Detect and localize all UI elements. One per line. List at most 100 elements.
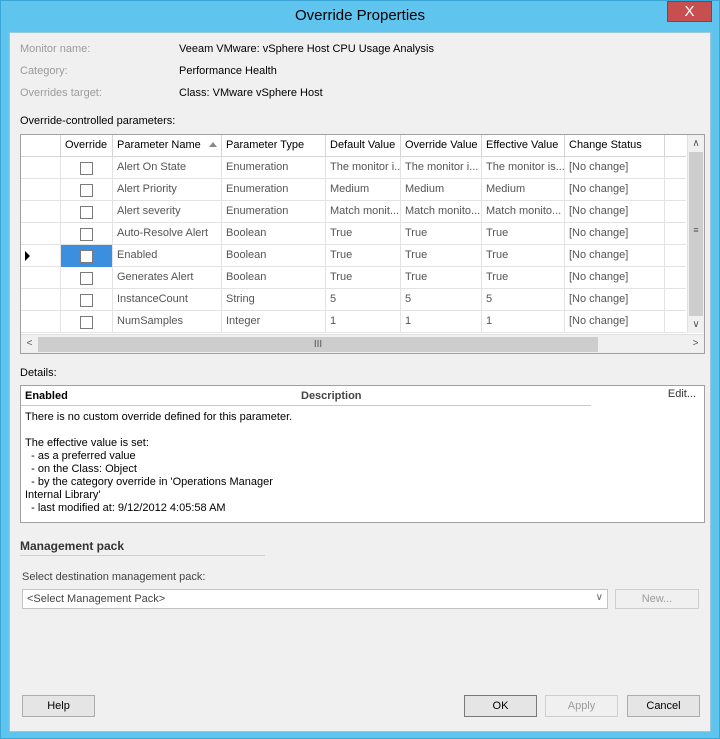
dropdown-chevron-icon[interactable]: ∨ bbox=[596, 592, 603, 603]
override-parameters-grid[interactable]: Override Parameter Name Parameter Type Defa… bbox=[20, 134, 705, 354]
column-header-label: Parameter Name bbox=[117, 139, 201, 151]
column-header[interactable]: Default Value bbox=[326, 135, 401, 157]
cell-type: Boolean bbox=[222, 267, 326, 289]
details-description-header: Description bbox=[301, 390, 362, 402]
row-header[interactable] bbox=[21, 267, 61, 289]
override-checkbox[interactable] bbox=[80, 250, 93, 263]
override-checkbox[interactable] bbox=[80, 316, 93, 329]
apply-button[interactable]: Apply bbox=[545, 695, 618, 717]
cell-default: 5 bbox=[326, 289, 401, 311]
override-checkbox[interactable] bbox=[80, 206, 93, 219]
column-header[interactable]: Override Value bbox=[401, 135, 482, 157]
column-header[interactable]: Effective Value bbox=[482, 135, 565, 157]
scroll-right-icon[interactable]: > bbox=[687, 335, 704, 353]
column-header-label: Change Status bbox=[569, 139, 642, 151]
column-header-label: Effective Value bbox=[486, 139, 559, 151]
override-cell bbox=[61, 223, 113, 245]
cell-default: True bbox=[326, 245, 401, 267]
cell-override: The monitor i... bbox=[401, 157, 482, 179]
close-button[interactable]: X bbox=[667, 1, 712, 22]
horizontal-grip-icon: III bbox=[313, 339, 323, 350]
title-bar[interactable]: Override Properties X bbox=[1, 1, 719, 32]
table-row[interactable]: NumSamples Integer 1 1 1 [No change] bbox=[21, 311, 686, 333]
cell-effective: Match monito... bbox=[482, 201, 565, 223]
cell-effective: 5 bbox=[482, 289, 565, 311]
horizontal-scrollbar[interactable]: < III > bbox=[21, 334, 704, 353]
column-header[interactable]: Override bbox=[61, 135, 113, 157]
cell-type: Boolean bbox=[222, 223, 326, 245]
override-checkbox[interactable] bbox=[80, 162, 93, 175]
override-checkbox[interactable] bbox=[80, 228, 93, 241]
row-header[interactable] bbox=[21, 223, 61, 245]
cell-override: 1 bbox=[401, 311, 482, 333]
override-checkbox[interactable] bbox=[80, 294, 93, 307]
details-label: Details: bbox=[20, 367, 57, 379]
row-header[interactable] bbox=[21, 201, 61, 223]
details-panel: Enabled Description Edit... There is no … bbox=[20, 385, 705, 523]
grid-rows: Alert On State Enumeration The monitor i..… bbox=[21, 157, 686, 333]
cell-type: Boolean bbox=[222, 245, 326, 267]
column-header[interactable]: Change Status bbox=[565, 135, 665, 157]
override-parameters-label: Override-controlled parameters: bbox=[20, 115, 176, 127]
table-row[interactable]: Alert On State Enumeration The monitor i..… bbox=[21, 157, 686, 179]
sort-ascending-icon bbox=[209, 142, 217, 147]
row-header[interactable] bbox=[21, 179, 61, 201]
table-row[interactable]: Alert severity Enumeration Match monit... M… bbox=[21, 201, 686, 223]
scroll-down-icon[interactable]: ∨ bbox=[688, 316, 704, 333]
scroll-left-icon[interactable]: < bbox=[21, 335, 38, 353]
table-row[interactable]: InstanceCount String 5 5 5 [No change] bbox=[21, 289, 686, 311]
row-header[interactable] bbox=[21, 311, 61, 333]
details-divider bbox=[21, 405, 301, 406]
cell-type: Enumeration bbox=[222, 179, 326, 201]
cell-override: Medium bbox=[401, 179, 482, 201]
cell-default: True bbox=[326, 223, 401, 245]
column-header-label: Override bbox=[65, 139, 108, 151]
cell-default: 1 bbox=[326, 311, 401, 333]
table-row[interactable]: Auto-Resolve Alert Boolean True True True [No… bbox=[21, 223, 686, 245]
horizontal-scroll-thumb[interactable]: III bbox=[38, 337, 598, 352]
column-header[interactable]: Parameter Name bbox=[113, 135, 222, 157]
cell-name: Alert Priority bbox=[113, 179, 222, 201]
destination-pack-label: Select destination management pack: bbox=[22, 571, 206, 583]
info-label: Category: bbox=[20, 65, 68, 77]
cell-effective: The monitor is... bbox=[482, 157, 565, 179]
info-value: Class: VMware vSphere Host bbox=[179, 87, 323, 99]
column-header[interactable]: Parameter Type bbox=[222, 135, 326, 157]
scroll-up-icon[interactable]: ∧ bbox=[688, 135, 704, 152]
cell-status: [No change] bbox=[565, 157, 665, 179]
cell-effective: 1 bbox=[482, 311, 565, 333]
help-button[interactable]: Help bbox=[22, 695, 95, 717]
info-value: Veeam VMware: vSphere Host CPU Usage Ana… bbox=[179, 43, 434, 55]
override-cell bbox=[61, 311, 113, 333]
vertical-scrollbar[interactable]: ∧ ≡ ∨ bbox=[687, 135, 704, 333]
edit-description-link[interactable]: Edit... bbox=[668, 388, 696, 400]
cell-name: Enabled bbox=[113, 245, 222, 267]
cell-status: [No change] bbox=[565, 267, 665, 289]
row-header[interactable] bbox=[21, 245, 61, 267]
cell-override: True bbox=[401, 267, 482, 289]
new-management-pack-button[interactable]: New... bbox=[615, 589, 699, 609]
override-cell bbox=[61, 267, 113, 289]
row-header[interactable] bbox=[21, 157, 61, 179]
vertical-scroll-thumb[interactable]: ≡ bbox=[689, 152, 703, 316]
override-checkbox[interactable] bbox=[80, 272, 93, 285]
cell-default: Match monit... bbox=[326, 201, 401, 223]
override-checkbox[interactable] bbox=[80, 184, 93, 197]
table-row[interactable]: Alert Priority Enumeration Medium Medium Med… bbox=[21, 179, 686, 201]
cell-name: NumSamples bbox=[113, 311, 222, 333]
override-cell bbox=[61, 201, 113, 223]
dialog-client-area: Monitor name: Veeam VMware: vSphere Host … bbox=[9, 32, 711, 732]
cell-effective: True bbox=[482, 267, 565, 289]
cell-status: [No change] bbox=[565, 223, 665, 245]
cell-override: 5 bbox=[401, 289, 482, 311]
table-row[interactable]: Enabled Boolean True True True [No change] bbox=[21, 245, 686, 267]
row-header[interactable] bbox=[21, 289, 61, 311]
management-pack-header: Management pack bbox=[20, 539, 125, 553]
cancel-button[interactable]: Cancel bbox=[627, 695, 700, 717]
table-row[interactable]: Generates Alert Boolean True True True [No ch… bbox=[21, 267, 686, 289]
details-body-text: There is no custom override defined for … bbox=[25, 411, 293, 514]
info-label: Overrides target: bbox=[20, 87, 102, 99]
vertical-grip-icon: ≡ bbox=[693, 225, 699, 235]
management-pack-select[interactable]: <Select Management Pack> ∨ bbox=[22, 589, 608, 609]
ok-button[interactable]: OK bbox=[464, 695, 537, 717]
